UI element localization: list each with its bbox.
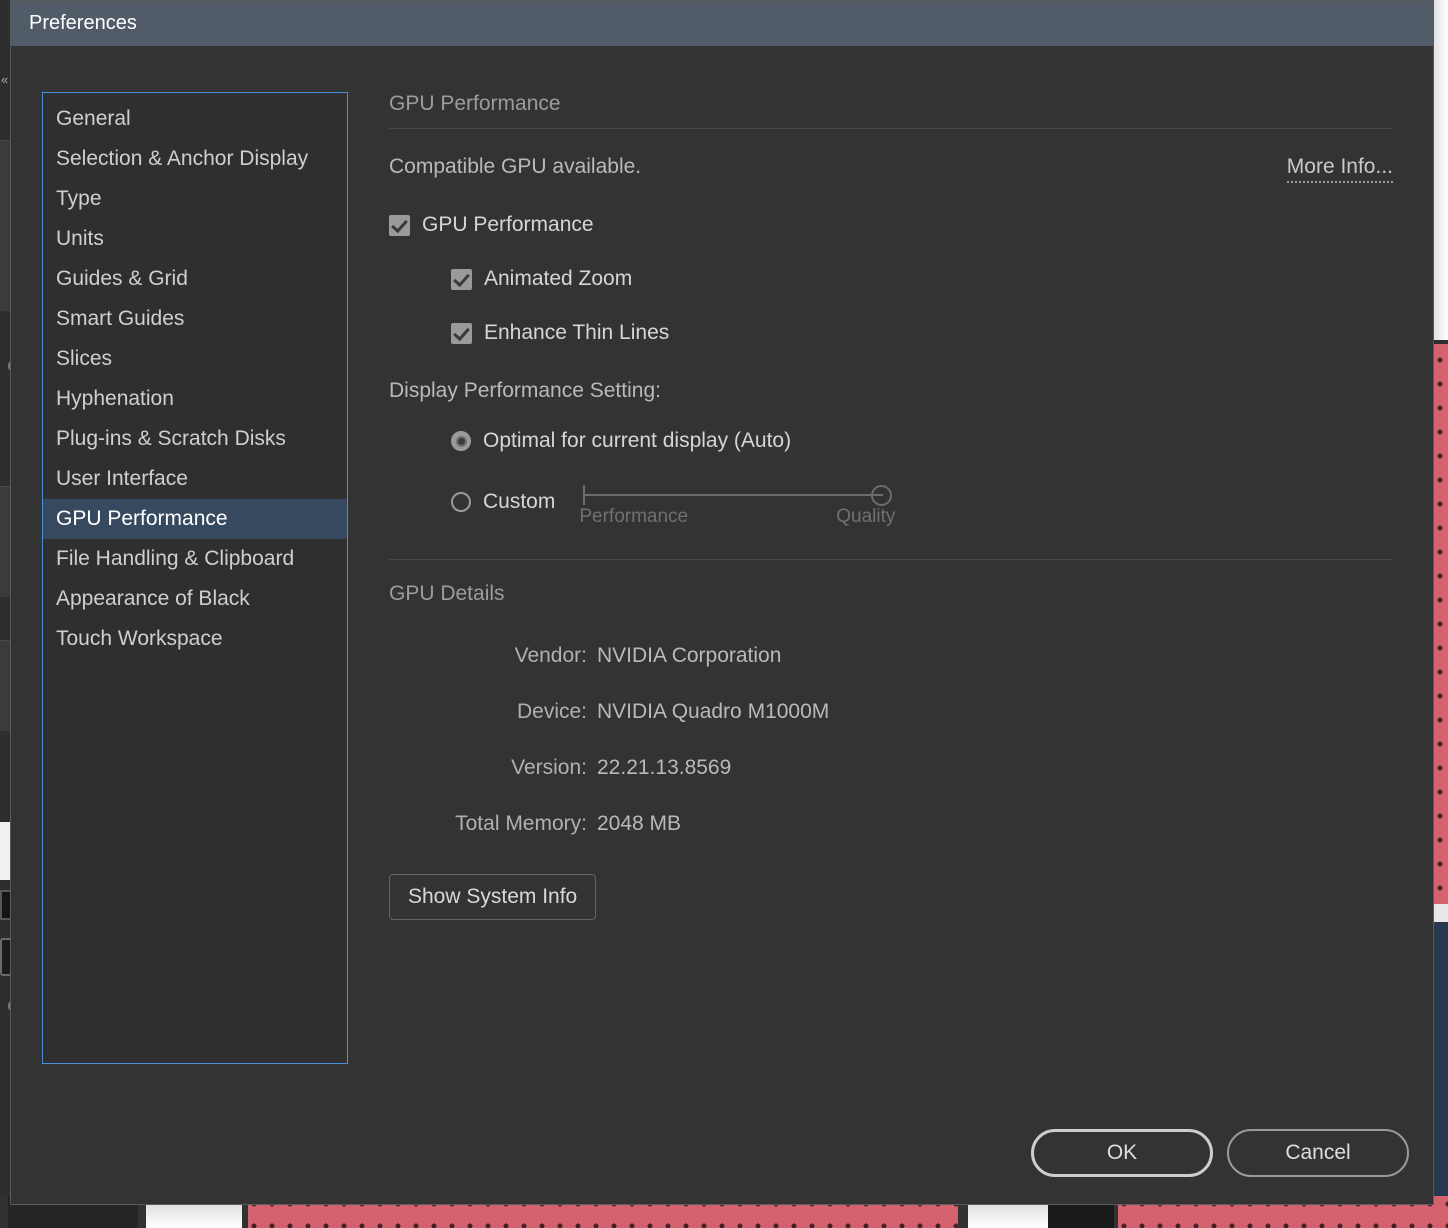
sidebar-item-slices[interactable]: Slices [43,339,347,379]
radio-label-optimal-auto: Optimal for current display (Auto) [483,429,792,452]
performance-quality-slider[interactable]: Performance Quality [579,479,896,527]
ok-button[interactable]: OK [1031,1129,1213,1177]
gpu-status-text: Compatible GPU available. [389,155,642,178]
gpu-performance-panel: GPU Performance Compatible GPU available… [389,92,1393,920]
detail-value-device: NVIDIA Quadro M1000M [597,700,830,723]
radio-label-custom: Custom [483,490,556,513]
detail-row-device: Device: NVIDIA Quadro M1000M [389,700,1393,724]
sidebar-item-smart-guides[interactable]: Smart Guides [43,299,347,339]
slider-handle[interactable] [871,485,893,506]
gpu-status-row: Compatible GPU available. More Info... [389,155,1393,183]
slider-min-label: Performance [579,506,689,527]
checkbox-row-animated-zoom[interactable]: Animated Zoom [451,267,1393,291]
gpu-details-divider [389,559,1393,560]
collapse-panel-chevrons-icon[interactable]: « [1,72,8,87]
detail-row-total-memory: Total Memory: 2048 MB [389,812,1393,836]
checkbox-enhance-thin-lines[interactable] [451,322,472,344]
slider-max-label: Quality [836,506,896,527]
detail-label-version: Version: [511,756,587,779]
sidebar-item-plugins-scratch-disks[interactable]: Plug-ins & Scratch Disks [43,419,347,459]
dialog-title: Preferences [29,12,137,34]
sidebar-item-hyphenation[interactable]: Hyphenation [43,379,347,419]
preferences-category-list[interactable]: General Selection & Anchor Display Type … [42,92,348,1064]
detail-value-vendor: NVIDIA Corporation [597,644,782,667]
checkbox-row-enhance-thin-lines[interactable]: Enhance Thin Lines [451,321,1393,345]
more-info-link[interactable]: More Info... [1286,155,1393,183]
checkbox-animated-zoom[interactable] [451,268,472,290]
header-divider [389,128,1393,129]
panel-title: GPU Performance [389,92,561,115]
gpu-details-table: Vendor: NVIDIA Corporation Device: NVIDI… [389,644,1393,836]
sidebar-item-appearance-of-black[interactable]: Appearance of Black [43,579,347,619]
sidebar-item-units[interactable]: Units [43,219,347,259]
checkbox-label-enhance-thin-lines: Enhance Thin Lines [484,321,670,344]
detail-label-device: Device: [516,700,587,723]
checkbox-gpu-performance[interactable] [389,214,410,236]
sidebar-item-touch-workspace[interactable]: Touch Workspace [43,619,347,659]
detail-value-total-memory: 2048 MB [597,812,682,835]
sidebar-item-gpu-performance[interactable]: GPU Performance [43,499,347,539]
slider-track [583,494,884,496]
detail-row-version: Version: 22.21.13.8569 [389,756,1393,780]
slider-min-tick [583,485,586,505]
sidebar-item-type[interactable]: Type [43,179,347,219]
sidebar-item-file-handling-clipboard[interactable]: File Handling & Clipboard [43,539,347,579]
dialog-footer: OK Cancel [1031,1129,1409,1177]
detail-label-total-memory: Total Memory: [455,812,587,835]
dialog-titlebar: Preferences [11,1,1433,46]
radio-optimal-auto[interactable] [451,431,471,451]
checkbox-row-gpu-performance[interactable]: GPU Performance [389,213,1393,237]
detail-row-vendor: Vendor: NVIDIA Corporation [389,644,1393,668]
display-performance-setting-label: Display Performance Setting: [389,379,661,402]
sidebar-item-general[interactable]: General [43,99,347,139]
detail-label-vendor: Vendor: [514,644,587,667]
preferences-dialog: Preferences General Selection & Anchor D… [10,0,1434,1205]
gpu-details-title: GPU Details [389,582,505,605]
radio-row-custom[interactable]: Custom Performance Quality [451,479,1393,527]
detail-value-version: 22.21.13.8569 [597,756,732,779]
checkbox-label-gpu-performance: GPU Performance [422,213,594,236]
dialog-body: General Selection & Anchor Display Type … [11,46,1433,1204]
sidebar-item-selection-anchor-display[interactable]: Selection & Anchor Display [43,139,347,179]
cancel-button[interactable]: Cancel [1227,1129,1409,1177]
sidebar-item-guides-grid[interactable]: Guides & Grid [43,259,347,299]
show-system-info-button[interactable]: Show System Info [389,874,597,920]
radio-row-optimal-auto[interactable]: Optimal for current display (Auto) [451,429,1393,453]
radio-custom[interactable] [451,492,471,512]
checkbox-label-animated-zoom: Animated Zoom [484,267,633,290]
sidebar-item-user-interface[interactable]: User Interface [43,459,347,499]
